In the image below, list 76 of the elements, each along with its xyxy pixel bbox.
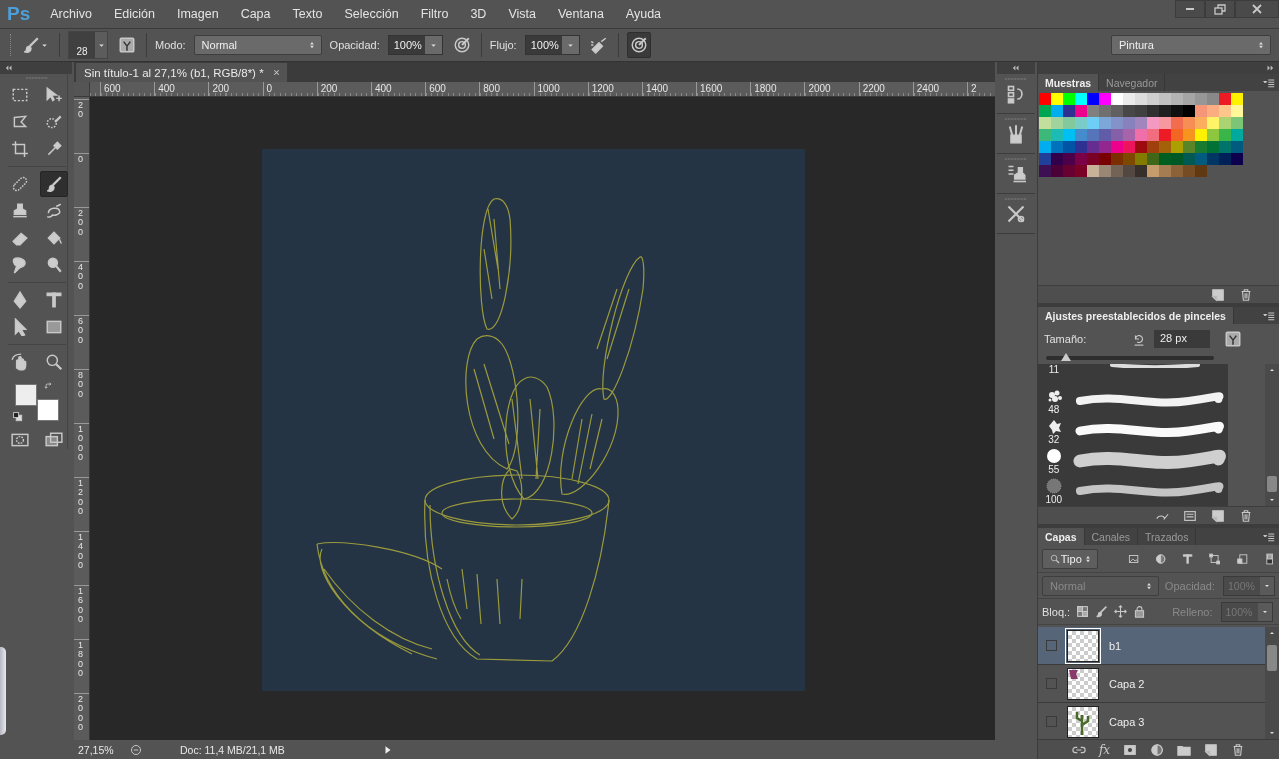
size-label: Tamaño: [1044, 333, 1088, 345]
ruler-label: 1600 [78, 586, 84, 625]
ruler-label: 1600 [700, 83, 723, 94]
ruler-label: 0 [266, 83, 273, 94]
menu-item[interactable]: Edición [113, 5, 155, 23]
menu-item[interactable]: Ventana [557, 5, 604, 23]
size-field[interactable]: 28 px [1154, 330, 1210, 348]
fx-button[interactable]: fx [1098, 742, 1111, 757]
ruler-label: 600 [104, 83, 121, 94]
layer-row[interactable]: Capa 2 [1038, 665, 1265, 703]
panel-tab[interactable]: Capas [1038, 528, 1085, 545]
ruler-label: 400 [158, 83, 175, 94]
filter-dropdown[interactable]: Tipo [1042, 548, 1098, 569]
opacity-label: Opacidad: [329, 39, 380, 51]
ruler-label: 20 [78, 100, 84, 120]
ruler-label: 2200 [862, 83, 885, 94]
app-logo: Ps [7, 3, 31, 25]
ruler-label: 2 [971, 83, 977, 94]
ruler-label: 400 [78, 262, 84, 292]
brush-size-label: 55 [1048, 463, 1060, 475]
layer-name: b1 [1109, 639, 1122, 652]
ruler-label: 400 [374, 83, 392, 94]
document-size: Doc: 11,4 MB/21,1 MB [179, 743, 286, 756]
menu-item[interactable]: Texto [292, 5, 323, 23]
lock-label: Bloq.: [1042, 605, 1071, 618]
ruler-label: 1000 [537, 83, 560, 94]
brush-size-label: 48 [1048, 403, 1060, 415]
brush-size-label: 100 [1045, 493, 1063, 505]
ruler-label: 0 [78, 154, 84, 165]
ruler-label: 800 [78, 370, 84, 400]
menu-item[interactable]: Archivo [50, 5, 92, 23]
document-tab[interactable]: Sin título-1 al 27,1% (b1, RGB/8*) * [76, 63, 287, 82]
flow-label: Flujo: [489, 39, 517, 51]
menu-item[interactable]: Imagen [176, 5, 219, 23]
ruler-label: 1200 [78, 478, 84, 517]
layer-row[interactable]: b1 [1038, 627, 1265, 665]
layer-name: Capa 2 [1109, 677, 1145, 690]
zoom-level[interactable]: 27,15% [78, 743, 122, 756]
ruler-label: 1400 [645, 83, 669, 94]
brush-size-label: 11 [1048, 364, 1060, 375]
menu-item[interactable]: Filtro [420, 5, 449, 23]
flow-field[interactable]: 100% [524, 35, 580, 55]
brush-preset[interactable]: 55 [1038, 446, 1228, 476]
mode-dropdown[interactable]: Normal [193, 35, 322, 55]
ruler-label: 1200 [591, 83, 614, 94]
brush-size-picker[interactable]: 28 [68, 31, 108, 59]
panel-tab[interactable]: Muestras [1038, 74, 1100, 91]
ruler-label: 200 [212, 83, 230, 94]
ruler-label: 1400 [78, 532, 84, 571]
menu-item[interactable]: 3D [470, 5, 487, 23]
brush-preset[interactable]: 32 [1038, 416, 1228, 446]
ruler-label: 600 [429, 83, 446, 94]
ruler-label: 1800 [78, 640, 84, 679]
menu-item[interactable]: Ayuda [625, 5, 662, 23]
ruler-label: 200 [78, 208, 84, 238]
ruler-label: 800 [483, 83, 500, 94]
brush-preset[interactable]: 11 [1038, 364, 1228, 386]
ruler-label: 200 [320, 83, 338, 94]
brush-size-label: 32 [1048, 433, 1060, 445]
ruler-label: 1800 [754, 83, 777, 94]
menu-item[interactable]: Vista [508, 5, 536, 23]
layer-name: Capa 3 [1109, 715, 1145, 728]
opacity-field[interactable]: 100% [387, 35, 443, 55]
ruler-label: 2000 [78, 694, 84, 733]
ruler-label: 2400 [916, 83, 940, 94]
ruler-label: 600 [78, 316, 84, 346]
menu-item[interactable]: Selección [344, 5, 399, 23]
mode-label: Modo: [155, 39, 186, 51]
brush-preset[interactable]: 100 [1038, 476, 1228, 506]
brush-preset[interactable]: 48 [1038, 386, 1228, 416]
menu-item[interactable]: Capa [240, 5, 271, 23]
ruler-label: 2000 [808, 83, 831, 94]
brush-size-value: 28 [76, 46, 88, 57]
workspace-dropdown[interactable]: Pintura [1111, 35, 1271, 55]
panel-tab[interactable]: Ajustes preestablecidos de pinceles [1038, 307, 1234, 324]
ruler-label: 1000 [78, 424, 84, 463]
